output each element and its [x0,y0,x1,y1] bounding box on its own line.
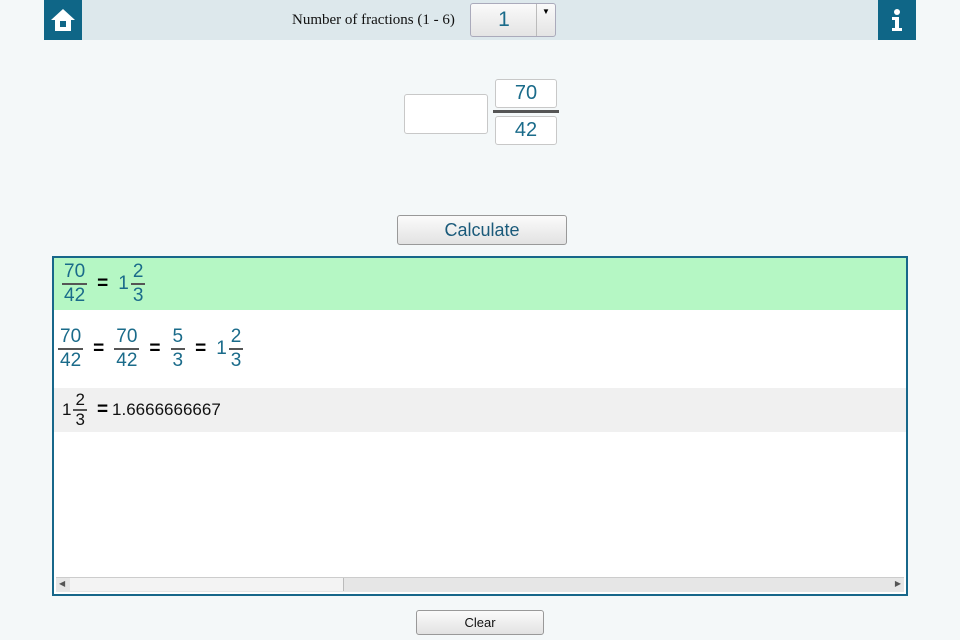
clear-button[interactable]: Clear [416,610,544,635]
denominator: 42 [116,350,138,371]
fraction: 70 42 [114,326,140,372]
fraction: 70 42 [58,326,84,372]
fraction: 70 42 [62,261,88,307]
whole-part: 1 [62,400,72,419]
denominator: 3 [75,410,85,429]
results-panel: 70 42 = 1 23 70 42 = 70 42 = 53 = 1 23 1 23… [52,256,908,596]
equals-sign: = [195,338,207,359]
scroll-right-icon[interactable]: ▶ [895,579,901,588]
scroll-left-icon[interactable]: ◀ [59,579,65,588]
numerator: 5 [170,326,186,350]
numerator: 70 [62,261,88,285]
fraction: 53 [170,326,186,372]
calculate-button[interactable]: Calculate [397,215,567,245]
info-button[interactable] [878,0,916,40]
scrollbar-thumb[interactable] [70,578,344,591]
equals-sign: = [97,273,109,294]
info-icon [892,9,902,31]
result-row-steps: 70 42 = 70 42 = 53 = 1 23 [54,310,906,388]
denominator: 3 [132,285,144,306]
fraction-bar [493,110,559,113]
denominator: 3 [230,350,242,371]
numerator: 2 [228,326,244,350]
chevron-down-icon[interactable]: ▼ [536,4,555,36]
fraction: 23 [73,390,87,429]
whole-part: 1 [118,273,129,294]
equals-sign: = [96,399,109,420]
decimal-value: 1.6666666667 [112,400,221,419]
fraction: 23 [228,326,244,372]
home-button[interactable] [44,0,82,40]
equals-sign: = [149,338,161,359]
numerator: 70 [58,326,84,350]
whole-part: 1 [216,338,227,359]
denominator: 42 [64,285,86,306]
horizontal-scrollbar[interactable]: ◀ ▶ [56,577,904,592]
result-row-summary: 70 42 = 1 23 [54,258,906,310]
fraction: 23 [130,261,146,307]
numerator: 70 [114,326,140,350]
result-row-decimal: 1 23 = 1.6666666667 [54,388,906,432]
fraction-count-value: 1 [498,8,510,31]
numerator: 2 [73,390,87,411]
denominator: 42 [60,350,82,371]
home-icon [51,9,75,31]
denominator-input[interactable] [495,116,557,145]
numerator: 2 [130,261,146,285]
numerator-input[interactable] [495,79,557,108]
fraction-count-label: Number of fractions (1 - 6) [292,12,455,28]
whole-number-input[interactable] [404,94,488,134]
equals-sign: = [93,338,105,359]
denominator: 3 [172,350,184,371]
fraction-count-dropdown[interactable]: 1 ▼ [470,3,556,37]
